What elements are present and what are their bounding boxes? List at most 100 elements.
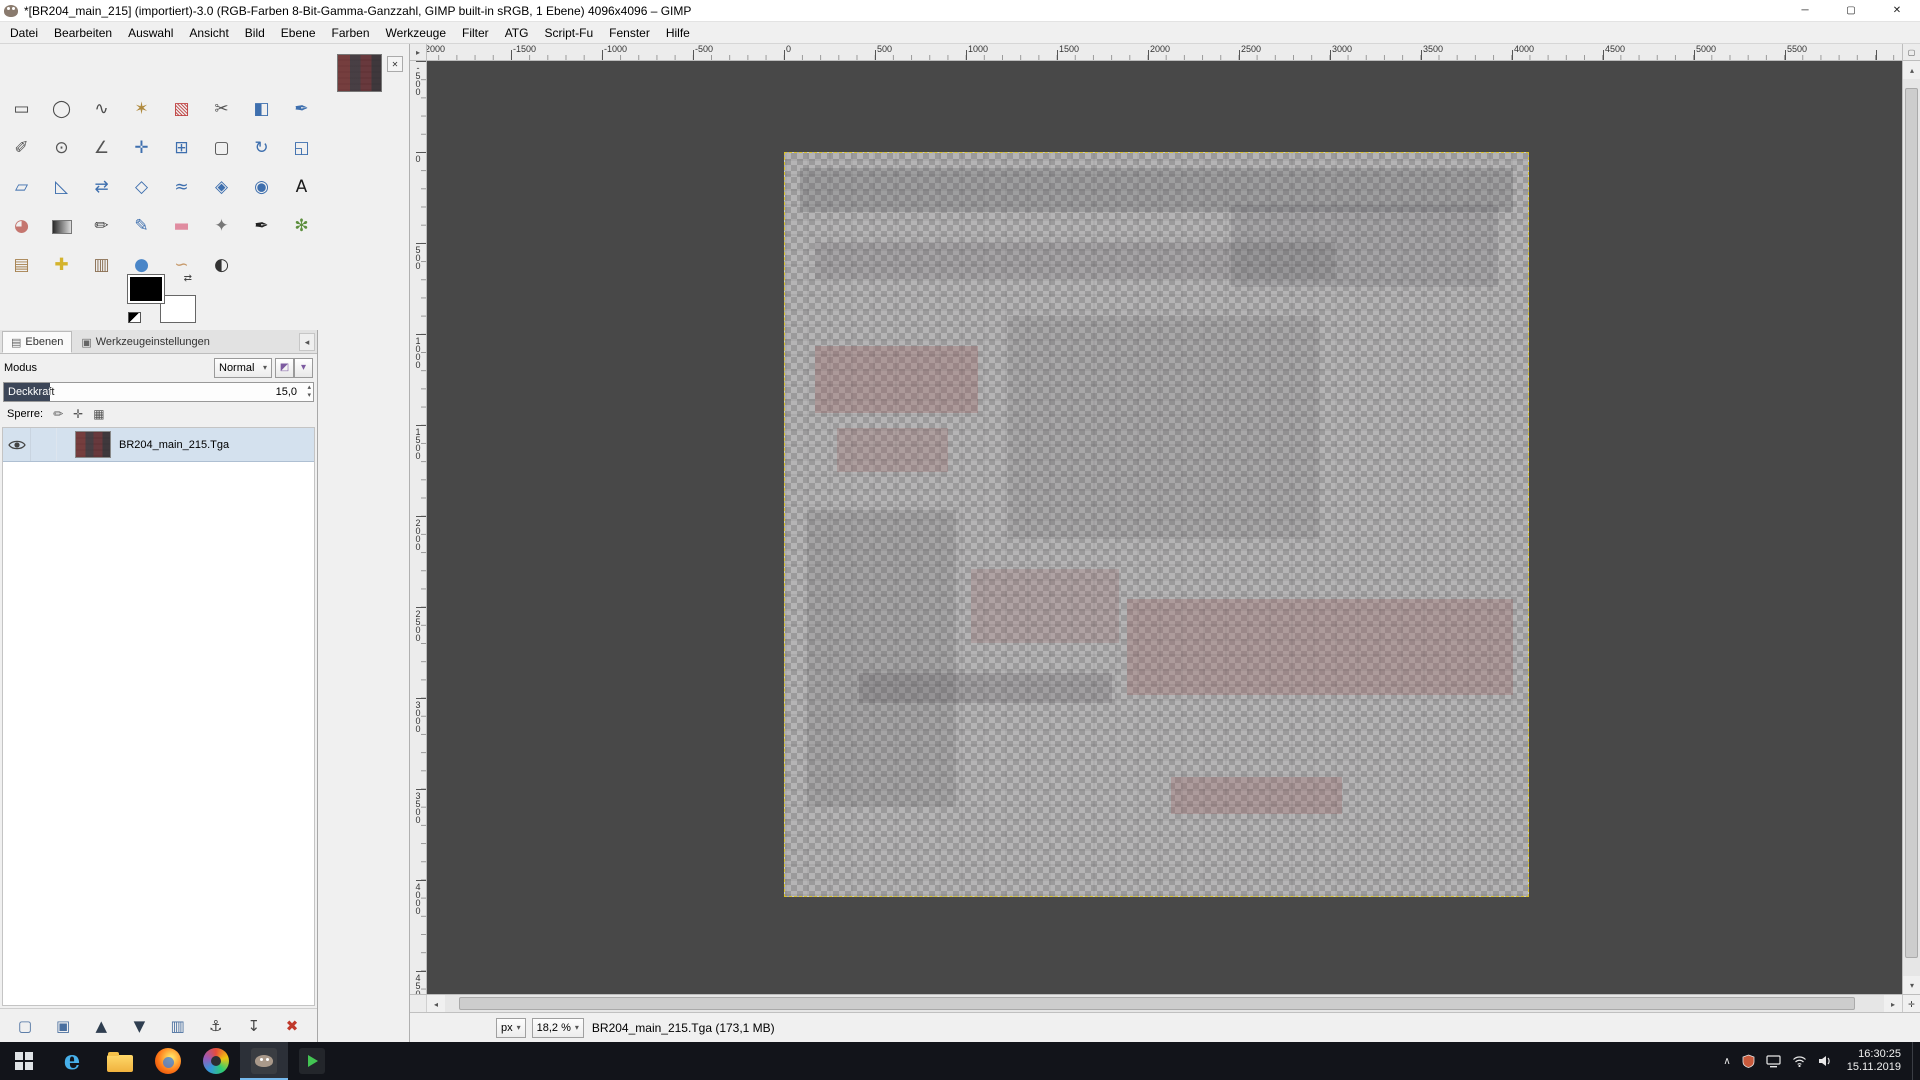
menu-fenster[interactable]: Fenster [601, 23, 658, 43]
titlebar[interactable]: *[BR204_main_215] (importiert)-3.0 (RGB-… [0, 0, 1920, 22]
foreground-color-swatch[interactable] [128, 275, 164, 303]
menu-bearbeiten[interactable]: Bearbeiten [46, 23, 120, 43]
tab-werkzeugeinstellungen[interactable]: ▣Werkzeugeinstellungen [72, 331, 219, 353]
zoom-select[interactable]: 18,2 % ▾ [532, 1018, 584, 1038]
h-ruler[interactable]: -2000-1500-1000-500050010001500200025003… [427, 44, 1902, 61]
tool-ink[interactable]: ✒ [246, 211, 277, 242]
tray-chevron-icon[interactable]: ∧ [1723, 1056, 1730, 1067]
start-button[interactable] [0, 1042, 48, 1080]
ruler-origin-button[interactable]: ▸ [410, 44, 427, 61]
menu-atg[interactable]: ATG [497, 23, 537, 43]
tool-pencil[interactable]: ✏ [86, 211, 117, 242]
tool-rotate[interactable]: ↻ [246, 133, 277, 164]
default-colors-icon[interactable] [128, 312, 141, 323]
tool-clone[interactable]: ▤ [6, 250, 37, 281]
mode-select[interactable]: Normal ▾ [214, 358, 272, 378]
dock-close-button[interactable]: ✕ [387, 56, 403, 72]
new-layer-button[interactable]: ▢ [8, 1013, 42, 1039]
tool-ellipse-select[interactable]: ◯ [46, 94, 77, 125]
tool-fuzzy-select[interactable]: ✶ [126, 94, 157, 125]
scroll-up-button[interactable]: ▴ [1903, 61, 1920, 79]
lock-pixels-icon[interactable]: ✏ [53, 407, 63, 421]
spin-down-icon[interactable]: ▾ [307, 392, 311, 400]
menu-farben[interactable]: Farben [324, 23, 378, 43]
volume-icon[interactable] [1818, 1055, 1832, 1067]
scroll-right-button[interactable]: ▸ [1884, 995, 1902, 1013]
tool-cage-transform[interactable]: ◇ [126, 172, 157, 203]
chain-cell[interactable] [31, 428, 57, 461]
tool-gradient[interactable]: ▮ [46, 211, 77, 242]
network-icon[interactable] [1766, 1055, 1781, 1068]
swap-colors-icon[interactable]: ⇄ [184, 273, 192, 284]
layer-list[interactable]: BR204_main_215.Tga [2, 427, 315, 1006]
delete-layer-button[interactable]: ✖ [275, 1013, 309, 1039]
taskbar-file-explorer[interactable] [96, 1042, 144, 1080]
h-scroll-thumb[interactable] [459, 997, 1855, 1010]
tool-flip[interactable]: ⇄ [86, 172, 117, 203]
menu-ebene[interactable]: Ebene [273, 23, 324, 43]
tool-airbrush[interactable]: ✦ [206, 211, 237, 242]
taskbar-gimp[interactable] [240, 1042, 288, 1080]
scroll-left-button[interactable]: ◂ [427, 995, 445, 1013]
viewport[interactable] [427, 61, 1902, 994]
opacity-spinner[interactable]: ▴ ▾ [307, 384, 311, 399]
maximize-button[interactable]: ▢ [1828, 0, 1874, 21]
menu-filter[interactable]: Filter [454, 23, 497, 43]
tool-measure[interactable]: ∠ [86, 133, 117, 164]
image-thumbnail[interactable] [337, 54, 382, 92]
tool-warp-transform[interactable]: ≈ [166, 172, 197, 203]
tab-ebenen[interactable]: ▤Ebenen [2, 331, 72, 353]
tool-free-select[interactable]: ∿ [86, 94, 117, 125]
menu-auswahl[interactable]: Auswahl [120, 23, 181, 43]
taskbar-edge[interactable] [48, 1042, 96, 1080]
merge-down-button[interactable]: ↧ [237, 1013, 271, 1039]
anchor-layer-button[interactable]: ⚓ [199, 1013, 233, 1039]
v-ruler[interactable]: -500050010001500200025003000350040004500 [410, 61, 427, 994]
tab-menu-button[interactable]: ◂ [299, 333, 315, 351]
raise-layer-button[interactable]: ▲ [84, 1013, 118, 1039]
tool-align[interactable]: ⊞ [166, 133, 197, 164]
tool-foreground-select[interactable]: ◧ [246, 94, 277, 125]
tool-scale[interactable]: ◱ [286, 133, 317, 164]
minimize-button[interactable]: ─ [1782, 0, 1828, 21]
menu-script-fu[interactable]: Script-Fu [536, 23, 601, 43]
background-color-swatch[interactable] [160, 295, 196, 323]
navigation-button[interactable]: ✛ [1902, 995, 1920, 1013]
tool-perspective[interactable]: ◺ [46, 172, 77, 203]
lower-layer-button[interactable]: ▼ [122, 1013, 156, 1039]
show-desktop-button[interactable] [1912, 1042, 1918, 1080]
mode-menu-button[interactable]: ▾ [294, 358, 313, 378]
menu-datei[interactable]: Datei [2, 23, 46, 43]
h-scroll-track[interactable] [445, 995, 1884, 1012]
tool-select-by-color[interactable]: ▧ [166, 94, 197, 125]
tool-eraser[interactable]: ▬ [166, 211, 197, 242]
taskbar-paint-app[interactable] [192, 1042, 240, 1080]
tool-bucket-fill[interactable]: ◕ [6, 211, 37, 242]
menu-ansicht[interactable]: Ansicht [181, 23, 236, 43]
tool-move[interactable]: ✛ [126, 133, 157, 164]
v-scroll-track[interactable] [1903, 79, 1920, 976]
lock-position-icon[interactable]: ✛ [73, 407, 83, 421]
menu-bild[interactable]: Bild [237, 23, 273, 43]
tool-paintbrush[interactable]: ✎ [126, 211, 157, 242]
zoom-fit-button[interactable]: ▢ [1902, 44, 1920, 61]
tool-zoom[interactable]: ⊙ [46, 133, 77, 164]
duplicate-layer-button[interactable]: ▥ [161, 1013, 195, 1039]
blend-space-button[interactable]: ◩ [275, 358, 294, 378]
tool-scissors-select[interactable]: ✂ [206, 94, 237, 125]
v-scrollbar[interactable]: ▴ ▾ [1902, 61, 1920, 994]
tool-heal[interactable]: ✚ [46, 250, 77, 281]
tool-shear[interactable]: ▱ [6, 172, 37, 203]
menu-werkzeuge[interactable]: Werkzeuge [378, 23, 454, 43]
scroll-down-button[interactable]: ▾ [1903, 976, 1920, 994]
taskbar-firefox[interactable] [144, 1042, 192, 1080]
unit-select[interactable]: px ▾ [496, 1018, 526, 1038]
tool-text[interactable]: A [286, 172, 317, 203]
wifi-icon[interactable] [1792, 1055, 1807, 1067]
layer-row[interactable]: BR204_main_215.Tga [3, 428, 314, 462]
tool-color-picker[interactable]: ✐ [6, 133, 37, 164]
v-scroll-thumb[interactable] [1905, 88, 1918, 958]
new-layer-group-button[interactable]: ▣ [46, 1013, 80, 1039]
h-scrollbar[interactable]: ◂ ▸ ✛ [410, 994, 1920, 1012]
tool-mypaint-brush[interactable]: ✻ [286, 211, 317, 242]
